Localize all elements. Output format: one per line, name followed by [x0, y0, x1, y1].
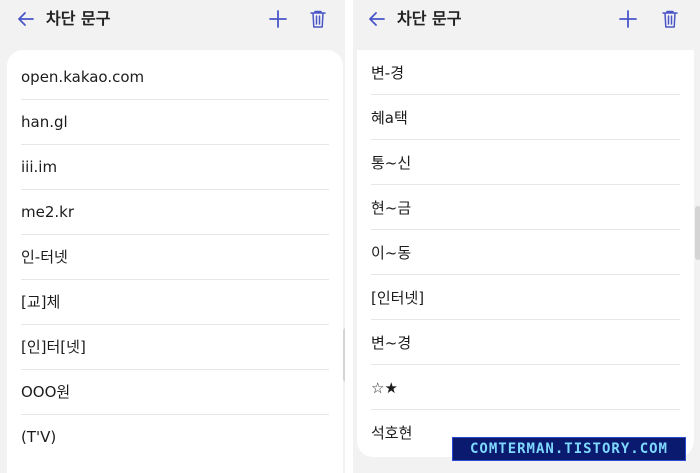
- blocked-phrase-list-card: open.kakao.com han.gl iii.im me2.kr 인-터넷…: [7, 50, 343, 473]
- list-item[interactable]: 이~동: [371, 230, 680, 275]
- page-title: 차단 문구: [397, 9, 462, 28]
- back-arrow-icon[interactable]: [16, 9, 36, 29]
- list-item[interactable]: 변-경: [371, 50, 680, 95]
- list-item[interactable]: [인]터[넷]: [21, 325, 329, 370]
- blocked-phrase-list-card: 변-경 혜a택 통~신 현~금 이~동 [인터넷] 변~경 ☆★ 석호현: [357, 50, 694, 457]
- list-item[interactable]: 혜a택: [371, 95, 680, 140]
- list-item[interactable]: 통~신: [371, 140, 680, 185]
- watermark-banner: COMTERMAN.TISTORY.COM: [452, 437, 686, 461]
- list-item[interactable]: me2.kr: [21, 190, 329, 235]
- list-item[interactable]: han.gl: [21, 100, 329, 145]
- list-item[interactable]: [인터넷]: [371, 275, 680, 320]
- app-header: 차단 문구: [0, 0, 345, 42]
- list-item[interactable]: open.kakao.com: [21, 55, 329, 100]
- app-header: 차단 문구: [353, 0, 700, 42]
- list-item[interactable]: 변~경: [371, 320, 680, 365]
- list-item[interactable]: OOO원: [21, 370, 329, 415]
- list-item[interactable]: 인-터넷: [21, 235, 329, 280]
- plus-icon[interactable]: [618, 9, 638, 29]
- left-screen: 차단 문구 open.kakao.com han.gl iii.im me2.k…: [0, 0, 345, 473]
- blocked-phrase-list: open.kakao.com han.gl iii.im me2.kr 인-터넷…: [7, 50, 343, 460]
- blocked-phrase-list: 변-경 혜a택 통~신 현~금 이~동 [인터넷] 변~경 ☆★ 석호현: [357, 50, 694, 455]
- trash-icon[interactable]: [308, 9, 328, 29]
- trash-icon[interactable]: [660, 9, 680, 29]
- screen-divider: [345, 0, 353, 473]
- page-title: 차단 문구: [46, 9, 111, 28]
- right-screen: 차단 문구 변-경 혜a택 통~신 현~금 이~동 [인터넷] 변~경 ☆★ 석…: [353, 0, 700, 473]
- plus-icon[interactable]: [268, 9, 288, 29]
- list-item[interactable]: iii.im: [21, 145, 329, 190]
- list-item[interactable]: ☆★: [371, 365, 680, 410]
- back-arrow-icon[interactable]: [367, 9, 387, 29]
- list-item[interactable]: [교]체: [21, 280, 329, 325]
- scroll-handle[interactable]: [695, 206, 700, 260]
- list-item[interactable]: (T'V): [21, 415, 329, 460]
- list-item[interactable]: 현~금: [371, 185, 680, 230]
